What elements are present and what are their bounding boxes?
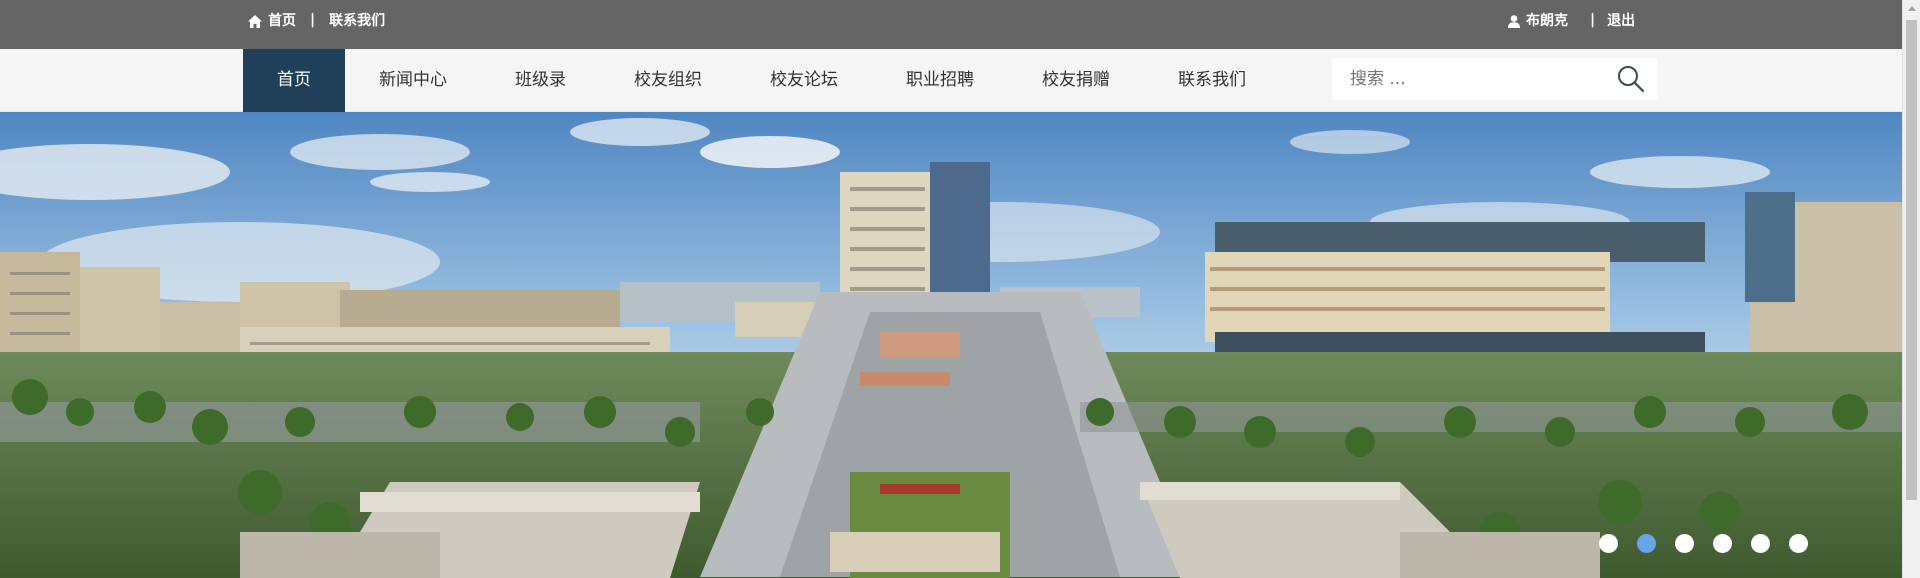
search-input[interactable] — [1332, 58, 1602, 100]
search-box — [1332, 58, 1657, 100]
nav-item-class-directory[interactable]: 班级录 — [481, 49, 600, 112]
main-nav: 首页 新闻中心 班级录 校友组织 校友论坛 职业招聘 校友捐赠 联系我们 — [243, 49, 1280, 112]
top-bar-separator-2: | — [1590, 12, 1596, 28]
nav-item-alumni-donation[interactable]: 校友捐赠 — [1008, 49, 1144, 112]
logout-link[interactable]: 退出 — [1607, 10, 1635, 30]
contact-link[interactable]: 联系我们 — [329, 10, 385, 30]
scrollbar-thumb[interactable] — [1906, 20, 1917, 500]
carousel-dot-2[interactable] — [1637, 534, 1656, 553]
home-icon — [248, 14, 262, 28]
scroll-up-arrow-icon[interactable] — [1908, 6, 1916, 11]
nav-item-news[interactable]: 新闻中心 — [345, 49, 481, 112]
nav-item-alumni-organizations[interactable]: 校友组织 — [600, 49, 736, 112]
carousel-dot-1[interactable] — [1599, 534, 1618, 553]
main-nav-bar: 首页 新闻中心 班级录 校友组织 校友论坛 职业招聘 校友捐赠 联系我们 — [0, 49, 1902, 112]
banner-carousel — [0, 112, 1902, 578]
top-bar-separator: | — [310, 12, 316, 28]
nav-item-contact-us[interactable]: 联系我们 — [1144, 49, 1280, 112]
carousel-dot-3[interactable] — [1675, 534, 1694, 553]
campus-banner-image — [0, 112, 1902, 578]
top-bar-right: 布朗克 | 退出 — [1508, 10, 1635, 30]
nav-item-home[interactable]: 首页 — [243, 49, 345, 112]
nav-item-career-recruitment[interactable]: 职业招聘 — [872, 49, 1008, 112]
carousel-dot-4[interactable] — [1713, 534, 1732, 553]
carousel-dot-5[interactable] — [1751, 534, 1770, 553]
top-bar-left: 首页 | 联系我们 — [248, 10, 385, 30]
nav-item-alumni-forum[interactable]: 校友论坛 — [736, 49, 872, 112]
vertical-scrollbar[interactable] — [1902, 0, 1920, 578]
top-bar: 首页 | 联系我们 布朗克 | 退出 — [0, 0, 1902, 49]
user-icon — [1508, 14, 1520, 28]
search-icon[interactable] — [1616, 64, 1646, 94]
carousel-indicators — [1599, 534, 1808, 553]
home-link[interactable]: 首页 — [268, 10, 296, 30]
user-profile-link[interactable]: 布朗克 — [1526, 10, 1568, 30]
carousel-dot-6[interactable] — [1789, 534, 1808, 553]
